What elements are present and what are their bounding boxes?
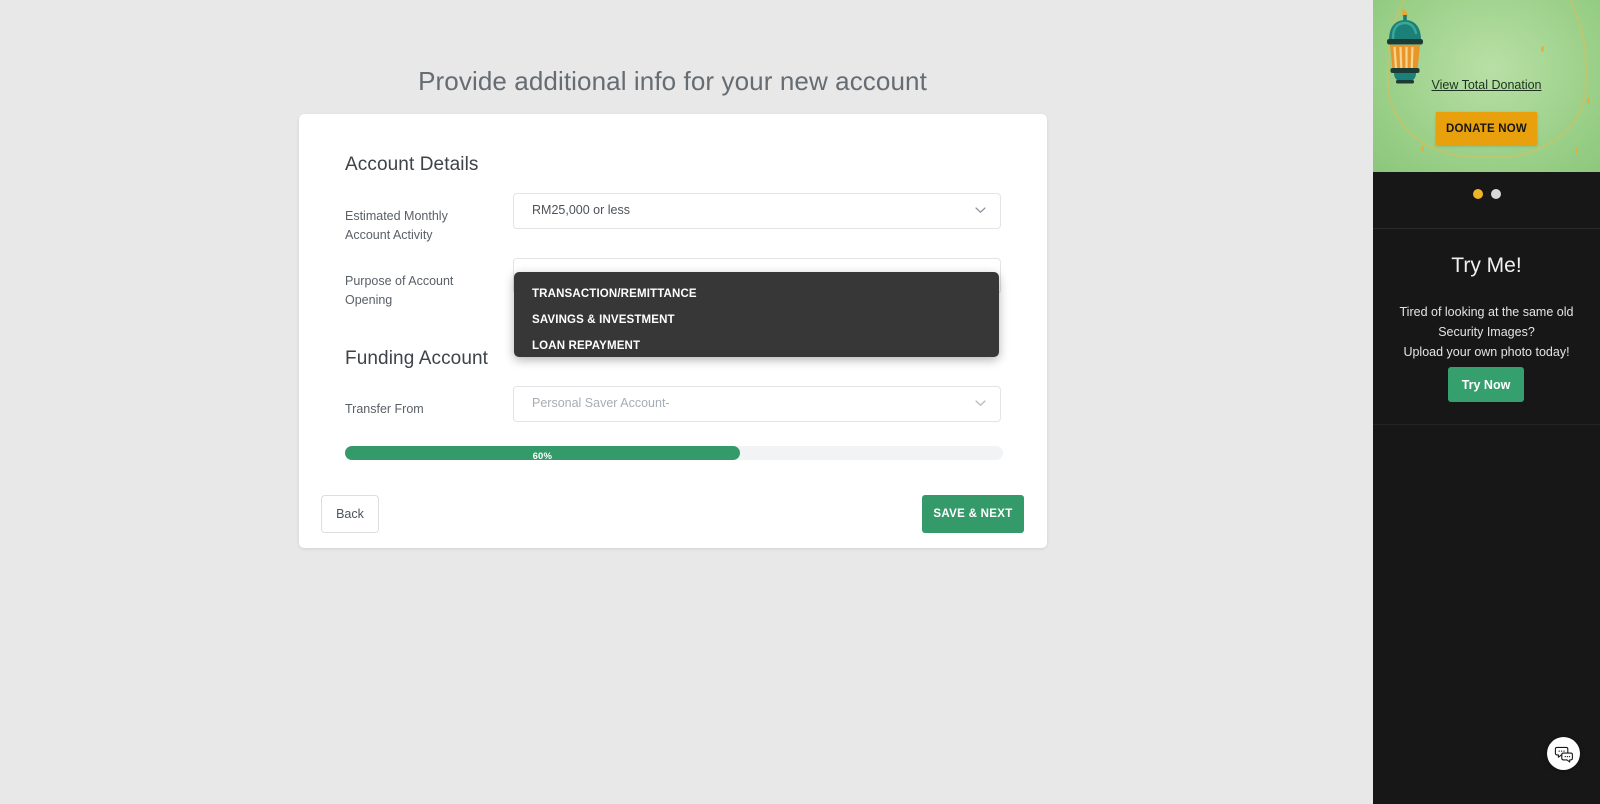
try-me-description-line-3: Upload your own photo today! bbox=[1403, 345, 1570, 359]
donate-now-button[interactable]: DONATE NOW bbox=[1436, 112, 1537, 145]
save-and-next-button[interactable]: SAVE & NEXT bbox=[922, 495, 1024, 533]
try-me-title: Try Me! bbox=[1451, 254, 1522, 277]
field-label-line2: Opening bbox=[345, 293, 393, 307]
select-value-estimated-monthly-activity: RM25,000 or less bbox=[532, 203, 630, 217]
main-content-region: Provide additional info for your new acc… bbox=[0, 0, 1373, 804]
try-me-description-line-2: Security Images? bbox=[1438, 325, 1535, 339]
carousel-dot-2[interactable] bbox=[1490, 189, 1501, 199]
progress-bar-fill: 60% bbox=[345, 446, 740, 462]
select-value-transfer-from: Personal Saver Account- bbox=[532, 396, 670, 410]
sparkle-icon bbox=[1421, 146, 1424, 152]
panel-divider bbox=[1373, 228, 1600, 229]
select-transfer-from[interactable]: Personal Saver Account- bbox=[513, 386, 1001, 422]
view-total-donation-link[interactable]: View Total Donation bbox=[1373, 78, 1600, 92]
field-label-line1: Estimated Monthly bbox=[345, 209, 448, 223]
purpose-of-account-opening-dropdown-menu[interactable]: TRANSACTION/REMITTANCE SAVINGS & INVESTM… bbox=[514, 272, 999, 357]
chat-widget-button[interactable] bbox=[1547, 737, 1580, 770]
dropdown-option-transaction-remittance[interactable]: TRANSACTION/REMITTANCE bbox=[514, 281, 999, 307]
carousel-dot-1-active[interactable] bbox=[1472, 189, 1483, 199]
progress-bar-label: 60% bbox=[532, 451, 553, 462]
field-label-line1: Purpose of Account bbox=[345, 274, 454, 288]
chevron-down-icon bbox=[975, 207, 986, 214]
chat-bubble-icon bbox=[1554, 746, 1573, 763]
section-heading-funding-account: Funding Account bbox=[345, 348, 489, 369]
banner-carousel-dots bbox=[1373, 189, 1600, 199]
page-title: Provide additional info for your new acc… bbox=[418, 66, 927, 96]
lantern-icon bbox=[1387, 10, 1423, 84]
section-heading-account-details: Account Details bbox=[345, 154, 479, 175]
field-label-purpose-of-account-opening: Purpose of Account Opening bbox=[345, 272, 505, 310]
chevron-down-icon bbox=[975, 400, 986, 407]
sparkle-icon bbox=[1575, 148, 1578, 154]
panel-divider-secondary bbox=[1373, 424, 1600, 425]
dropdown-option-loan-repayment[interactable]: LOAN REPAYMENT bbox=[514, 333, 999, 359]
try-now-button[interactable]: Try Now bbox=[1448, 367, 1524, 402]
select-estimated-monthly-activity[interactable]: RM25,000 or less bbox=[513, 193, 1001, 229]
sparkle-icon bbox=[1587, 98, 1590, 104]
progress-bar-track: 60% bbox=[345, 446, 1003, 462]
field-label-transfer-from: Transfer From bbox=[345, 402, 424, 416]
donation-banner: View Total Donation DONATE NOW bbox=[1373, 0, 1600, 172]
sparkle-icon bbox=[1541, 46, 1544, 52]
right-side-panel: View Total Donation DONATE NOW Try Me! T… bbox=[1373, 0, 1600, 804]
dropdown-option-savings-investment[interactable]: SAVINGS & INVESTMENT bbox=[514, 307, 999, 333]
field-label-line2: Account Activity bbox=[345, 228, 433, 242]
back-button[interactable]: Back bbox=[321, 495, 379, 533]
field-label-estimated-monthly-activity: Estimated Monthly Account Activity bbox=[345, 207, 505, 245]
try-me-description-line-1: Tired of looking at the same old bbox=[1399, 305, 1574, 319]
